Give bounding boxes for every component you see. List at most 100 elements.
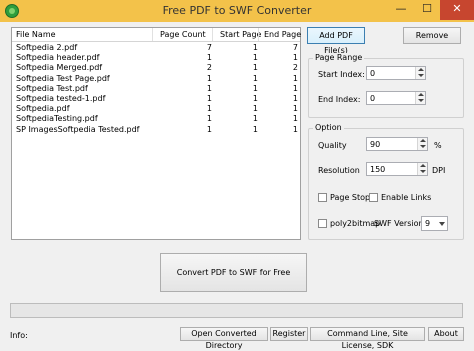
end-page: 1 xyxy=(292,83,298,93)
enable-links-checkbox[interactable] xyxy=(369,193,378,202)
file-name: Softpedia Test.pdf xyxy=(16,83,88,93)
page-count: 1 xyxy=(206,83,212,93)
end-page: 1 xyxy=(292,73,298,83)
end-index-spinner[interactable] xyxy=(415,92,425,104)
list-item[interactable]: SP ImagesSoftpedia Tested.pdf 1 1 1 xyxy=(12,125,300,135)
page-stop-checkbox[interactable] xyxy=(318,193,327,202)
start-page: 1 xyxy=(252,63,258,73)
add-pdf-files-button[interactable]: Add PDF File(s) xyxy=(307,27,365,55)
list-header: File Name Page Count Start Page End Page xyxy=(12,28,301,42)
progress-bar xyxy=(10,303,463,318)
file-name: Softpedia Test Page.pdf xyxy=(16,73,110,83)
start-index-value: 0 xyxy=(370,69,376,78)
column-header-file-name[interactable]: File Name xyxy=(16,30,56,39)
list-item[interactable]: Softpedia.pdf 1 1 1 xyxy=(12,104,300,114)
start-page: 1 xyxy=(252,73,258,83)
chevron-down-icon[interactable] xyxy=(418,99,424,102)
quality-label: Quality xyxy=(318,141,347,150)
resolution-input[interactable]: 150 xyxy=(366,162,428,176)
chevron-down-icon[interactable] xyxy=(418,74,424,77)
page-count: 1 xyxy=(206,124,212,134)
column-separator[interactable] xyxy=(152,28,153,41)
end-index-label: End Index: xyxy=(318,95,361,104)
title-bar: Free PDF to SWF Converter — ☐ ✕ xyxy=(0,0,474,22)
end-page: 2 xyxy=(292,63,298,73)
maximize-button[interactable]: ☐ xyxy=(414,0,440,20)
minimize-icon: — xyxy=(395,2,407,15)
column-header-end-page[interactable]: End Page xyxy=(264,30,301,39)
resolution-value: 150 xyxy=(370,165,386,174)
info-label: Info: xyxy=(10,331,28,340)
page-stop-label[interactable]: Page Stop xyxy=(330,193,370,202)
swf-version-value: 9 xyxy=(425,219,431,228)
end-page: 7 xyxy=(292,43,298,52)
page-count: 2 xyxy=(206,63,212,73)
open-converted-directory-button[interactable]: Open Converted Directory xyxy=(180,327,268,350)
column-separator[interactable] xyxy=(212,28,213,41)
about-button[interactable]: About xyxy=(428,327,464,341)
convert-button[interactable]: Convert PDF to SWF for Free xyxy=(160,253,307,292)
file-name: Softpedia Merged.pdf xyxy=(16,63,103,73)
file-name: SP ImagesSoftpedia Tested.pdf xyxy=(16,124,140,134)
end-page: 1 xyxy=(292,114,298,124)
start-page: 1 xyxy=(252,114,258,124)
column-header-start-page[interactable]: Start Page xyxy=(220,30,261,39)
window-title: Free PDF to SWF Converter xyxy=(162,4,312,17)
quality-input[interactable]: 90 xyxy=(366,137,428,151)
chevron-up-icon[interactable] xyxy=(420,139,426,142)
start-page: 1 xyxy=(252,124,258,134)
start-page: 1 xyxy=(252,83,258,93)
column-header-page-count[interactable]: Page Count xyxy=(160,30,206,39)
page-count: 1 xyxy=(206,104,212,114)
list-item[interactable]: Softpedia tested-1.pdf 1 1 1 xyxy=(12,94,300,104)
start-index-input[interactable]: 0 xyxy=(366,66,426,80)
list-item[interactable]: Softpedia Merged.pdf 2 1 2 xyxy=(12,63,300,73)
resolution-spinner[interactable] xyxy=(417,163,427,175)
chevron-down-icon[interactable] xyxy=(420,170,426,173)
chevron-down-icon[interactable] xyxy=(420,145,426,148)
end-page: 1 xyxy=(292,124,298,134)
close-button[interactable]: ✕ xyxy=(440,0,474,20)
chevron-up-icon[interactable] xyxy=(418,93,424,96)
list-item[interactable]: Softpedia header.pdf 1 1 1 xyxy=(12,53,300,63)
poly2bitmap-label[interactable]: poly2bitmap xyxy=(330,219,380,228)
list-item[interactable]: Softpedia 2.pdf 7 1 7 xyxy=(12,43,300,53)
maximize-icon: ☐ xyxy=(422,2,432,15)
register-button[interactable]: Register xyxy=(270,327,308,341)
column-separator[interactable] xyxy=(258,28,259,41)
quality-spinner[interactable] xyxy=(417,138,427,150)
resolution-unit: DPI xyxy=(432,166,446,175)
minimize-button[interactable]: — xyxy=(388,0,414,20)
chevron-down-icon[interactable] xyxy=(439,222,445,226)
end-index-value: 0 xyxy=(370,94,376,103)
file-name: Softpedia 2.pdf xyxy=(16,43,78,52)
file-name: SoftpediaTesting.pdf xyxy=(16,114,98,124)
page-range-title: Page Range xyxy=(313,53,365,62)
page-count: 1 xyxy=(206,53,212,63)
chevron-up-icon[interactable] xyxy=(420,164,426,167)
app-icon xyxy=(5,4,19,18)
start-page: 1 xyxy=(252,93,258,103)
chevron-up-icon[interactable] xyxy=(418,68,424,71)
enable-links-label[interactable]: Enable Links xyxy=(381,193,431,202)
end-index-input[interactable]: 0 xyxy=(366,91,426,105)
list-item[interactable]: Softpedia Test Page.pdf 1 1 1 xyxy=(12,74,300,84)
start-page: 1 xyxy=(252,53,258,63)
poly2bitmap-checkbox[interactable] xyxy=(318,219,327,228)
page-count: 1 xyxy=(206,93,212,103)
start-page: 1 xyxy=(252,104,258,114)
list-item[interactable]: Softpedia Test.pdf 1 1 1 xyxy=(12,84,300,94)
page-count: 1 xyxy=(206,114,212,124)
file-list[interactable]: File Name Page Count Start Page End Page… xyxy=(11,27,301,240)
end-page: 1 xyxy=(292,93,298,103)
resolution-label: Resolution xyxy=(318,166,360,175)
option-title: Option xyxy=(313,123,344,132)
command-line-button[interactable]: Command Line, Site License, SDK xyxy=(310,327,425,350)
list-item[interactable]: SoftpediaTesting.pdf 1 1 1 xyxy=(12,114,300,124)
end-page: 1 xyxy=(292,53,298,63)
file-name: Softpedia header.pdf xyxy=(16,53,100,63)
page-count: 7 xyxy=(206,43,212,52)
swf-version-select[interactable]: 9 xyxy=(421,216,448,231)
remove-button[interactable]: Remove xyxy=(403,27,461,44)
start-index-spinner[interactable] xyxy=(415,67,425,79)
